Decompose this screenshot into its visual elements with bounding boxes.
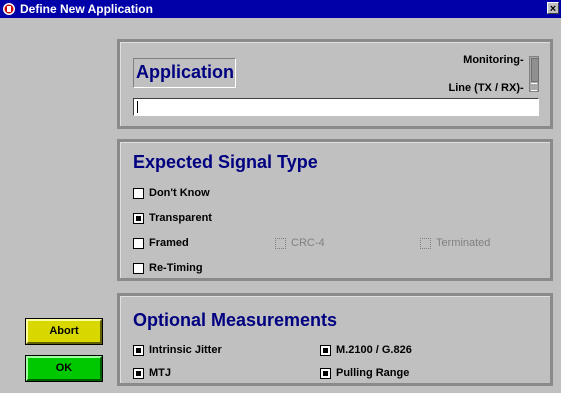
mtj-label: MTJ [149, 367, 171, 379]
checkbox-box [133, 187, 144, 199]
checkbox-box [133, 344, 144, 356]
optional-measurements-panel: Optional Measurements Intrinsic Jitter M… [117, 293, 553, 386]
abort-button[interactable]: Abort [25, 318, 103, 345]
monitoring-line-toggle[interactable] [529, 56, 539, 92]
application-heading: Application [136, 62, 234, 82]
retiming-label: Re-Timing [149, 262, 203, 274]
ok-button[interactable]: OK [25, 355, 103, 382]
intrinsic-jitter-checkbox[interactable]: Intrinsic Jitter [133, 344, 222, 356]
application-heading-box: Application [133, 58, 236, 88]
intrinsic-jitter-label: Intrinsic Jitter [149, 344, 222, 356]
framed-label: Framed [149, 237, 189, 249]
application-name-input[interactable] [133, 98, 539, 116]
m2100-g826-checkbox[interactable]: M.2100 / G.826 [320, 344, 412, 356]
toggle-grip [531, 83, 537, 91]
terminated-label: Terminated [436, 237, 491, 249]
signal-type-panel: Expected Signal Type Don't Know Transpar… [117, 139, 553, 281]
dont-know-label: Don't Know [149, 187, 210, 199]
pulling-range-label: Pulling Range [336, 367, 410, 379]
toggle-knob [531, 58, 539, 82]
pulling-range-checkbox[interactable]: Pulling Range [320, 367, 409, 379]
line-label: Line (TX / RX) [448, 82, 521, 94]
m2100-g826-label: M.2100 / G.826 [336, 344, 412, 356]
monitoring-label: Monitoring [463, 54, 520, 66]
transparent-label: Transparent [149, 212, 212, 224]
checkbox-box [320, 367, 331, 379]
checkbox-box [275, 237, 286, 249]
close-icon[interactable]: × [547, 2, 559, 15]
text-caret [137, 101, 138, 113]
application-panel: Application Monitoring - Line (TX / RX) … [117, 39, 553, 129]
optional-heading: Optional Measurements [133, 310, 338, 330]
crc4-checkbox[interactable]: CRC-4 [275, 237, 325, 249]
framed-checkbox[interactable]: Framed [133, 237, 189, 249]
checkbox-box [320, 344, 331, 356]
checkbox-box [420, 237, 431, 249]
terminated-checkbox[interactable]: Terminated [420, 237, 490, 249]
dont-know-checkbox[interactable]: Don't Know [133, 187, 210, 199]
mtj-checkbox[interactable]: MTJ [133, 367, 171, 379]
signal-type-heading: Expected Signal Type [133, 152, 318, 172]
window-title: Define New Application [20, 2, 153, 16]
app-icon [3, 3, 15, 15]
monitoring-dash: - [520, 54, 524, 66]
crc4-label: CRC-4 [291, 237, 325, 249]
checkbox-box [133, 262, 144, 274]
checkbox-box [133, 212, 144, 224]
title-bar: Define New Application × [0, 0, 561, 18]
checkbox-box [133, 367, 144, 379]
checkbox-box [133, 237, 144, 249]
retiming-checkbox[interactable]: Re-Timing [133, 262, 203, 274]
line-dash: - [520, 82, 524, 94]
transparent-checkbox[interactable]: Transparent [133, 212, 212, 224]
